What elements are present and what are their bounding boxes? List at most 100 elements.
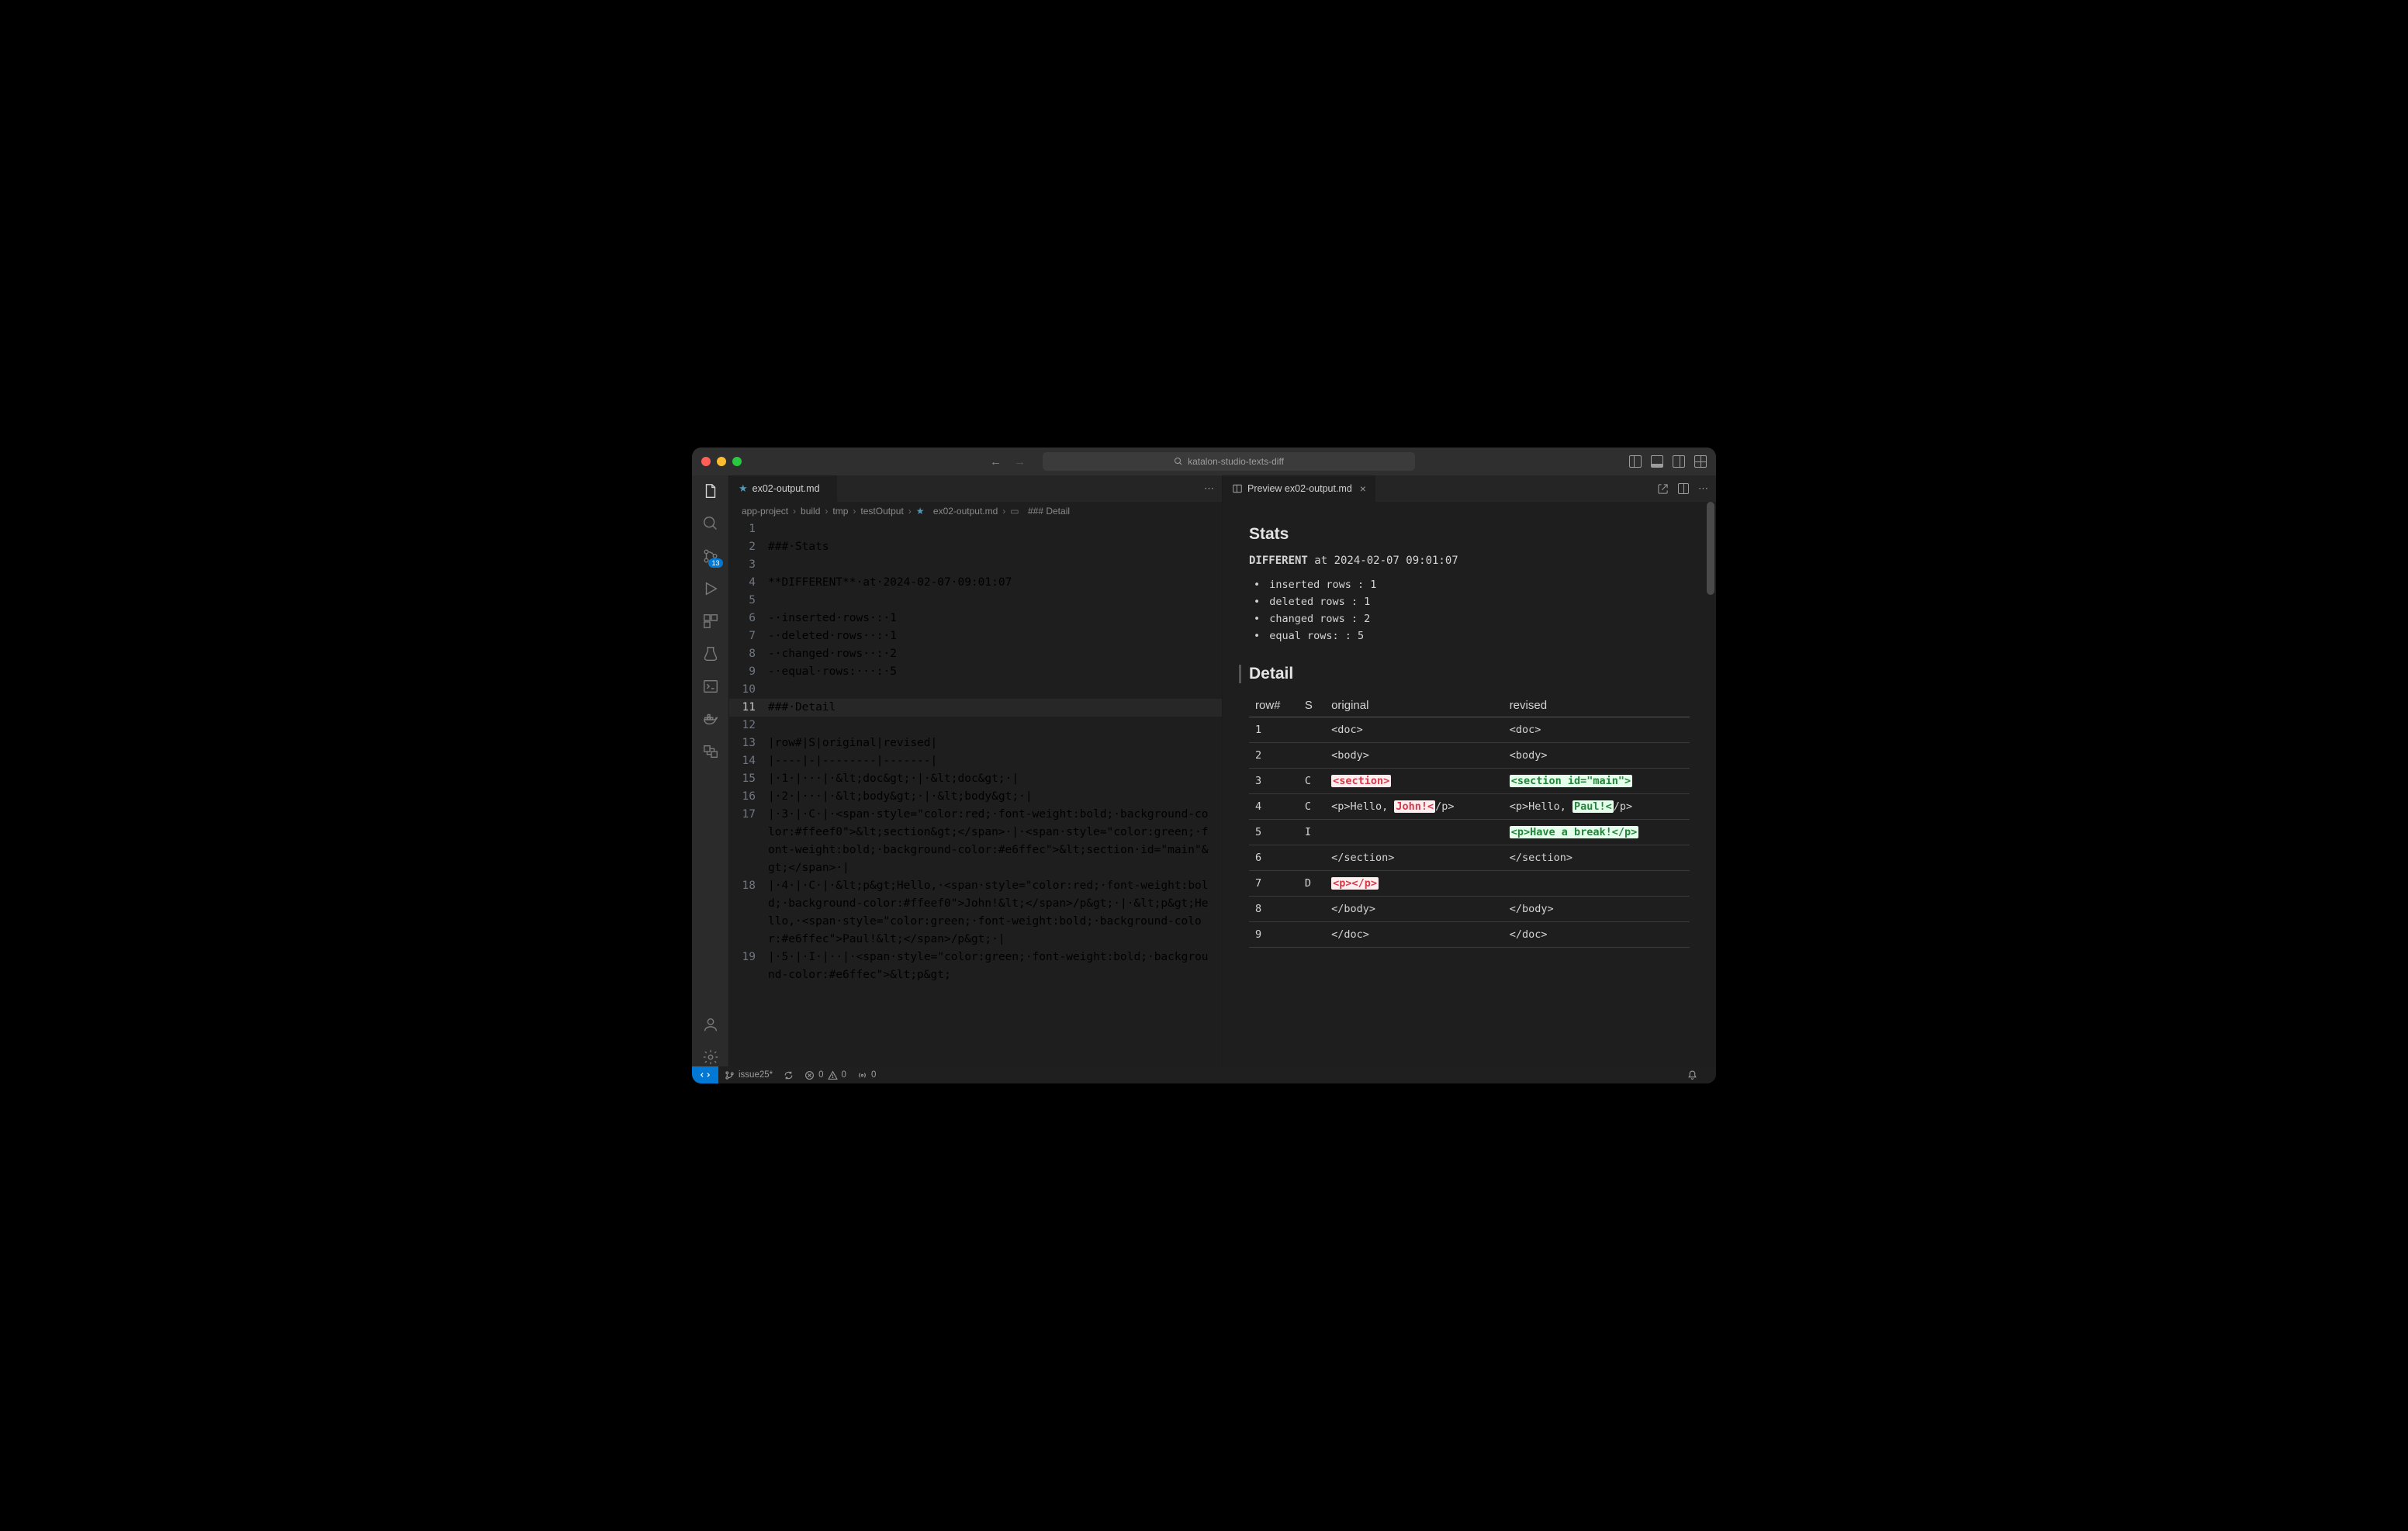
search-icon [1174,457,1183,466]
account-icon[interactable] [701,1015,720,1034]
problems[interactable]: 0 0 [804,1070,846,1080]
stats-heading: Stats [1249,525,1690,544]
code-line[interactable]: 5 [729,592,1222,610]
notifications-icon[interactable] [1687,1070,1697,1080]
breadcrumb-seg[interactable]: ★ ex02-output.md [916,506,998,517]
table-row: 8</body></body> [1249,897,1690,922]
close-window-button[interactable] [701,457,711,466]
layout-right-icon[interactable] [1673,455,1685,468]
tab-source-file[interactable]: ★ ex02-output.md [729,475,838,502]
table-row: 4C<p>Hello, John!</p><p>Hello, Paul!</p> [1249,794,1690,820]
code-line[interactable]: 19|·5·|·I·|··|·<span·style="color:green;… [729,949,1222,984]
code-line[interactable]: 2###·Stats [729,538,1222,556]
testing-icon[interactable] [701,645,720,663]
tab-actions-source: ⋯ [1196,475,1222,502]
code-line[interactable]: 8-·changed·rows··:·2 [729,645,1222,663]
diff-table: row# S original revised 1<doc><doc>2<bod… [1249,694,1690,948]
minimize-window-button[interactable] [717,457,726,466]
app-window: ← → katalon-studio-texts-diff 13 [692,448,1716,1083]
tab-bar-source: ★ ex02-output.md ⋯ [729,475,1222,502]
table-row: 7D<p></p> [1249,871,1690,897]
nav-forward-icon[interactable]: → [1014,455,1026,468]
table-row: 1<doc><doc> [1249,717,1690,743]
tab-label: ex02-output.md [752,483,820,494]
radio-icon [857,1070,867,1080]
split-editor-icon[interactable] [1678,483,1689,494]
editor-group: ★ ex02-output.md ⋯ app-project› build› t… [729,475,1716,1066]
th-original: original [1325,694,1503,717]
code-line[interactable]: 9-·equal·rows:···:·5 [729,663,1222,681]
detail-heading: Detail [1239,665,1690,683]
stats-item: inserted rows : 1 [1265,576,1690,593]
nav-back-icon[interactable]: ← [990,455,1002,468]
more-icon[interactable]: ⋯ [1698,482,1708,495]
code-line[interactable]: 18|·4·|·C·|·&lt;p&gt;Hello,·<span·style=… [729,877,1222,949]
branch-icon [725,1070,735,1080]
code-line[interactable]: 16|·2·|···|·&lt;body&gt;·|·&lt;body&gt;·… [729,788,1222,806]
layout-grid-icon[interactable] [1694,455,1707,468]
code-line[interactable]: 10 [729,681,1222,699]
terminal-icon[interactable] [701,677,720,696]
markdown-preview[interactable]: Stats DIFFERENT at 2024-02-07 09:01:07 i… [1223,502,1716,1066]
code-line[interactable]: 15|·1·|···|·&lt;doc&gt;·|·&lt;doc&gt;·| [729,770,1222,788]
scrollbar[interactable] [1707,502,1714,595]
code-line[interactable]: 3 [729,556,1222,574]
preview-icon [1232,483,1243,494]
scm-icon[interactable]: 13 [701,547,720,565]
remote-explorer-icon[interactable] [701,742,720,761]
breadcrumb-seg[interactable]: app-project [742,506,788,517]
git-branch[interactable]: issue25* [725,1070,773,1080]
settings-gear-icon[interactable] [701,1048,720,1066]
sync-icon [784,1070,794,1080]
table-row: 6</section></section> [1249,845,1690,871]
titlebar: ← → katalon-studio-texts-diff [692,448,1716,475]
tab-bar-preview: Preview ex02-output.md × ⋯ [1223,475,1716,502]
titlebar-right [1629,455,1707,468]
extensions-icon[interactable] [701,612,720,631]
command-center[interactable]: katalon-studio-texts-diff [1043,452,1415,471]
code-line[interactable]: 6-·inserted·rows·:·1 [729,610,1222,627]
tab-preview[interactable]: Preview ex02-output.md × [1223,475,1376,502]
tab-label: Preview ex02-output.md [1247,483,1352,494]
code-line[interactable]: 12 [729,717,1222,734]
th-row: row# [1249,694,1299,717]
breadcrumb-seg[interactable]: testOutput [860,506,903,517]
stats-item: deleted rows : 1 [1265,593,1690,610]
code-line[interactable]: 14|----|-|--------|-------| [729,752,1222,770]
ports[interactable]: 0 [857,1070,876,1080]
markdown-file-icon: ★ [739,482,748,495]
layout-left-icon[interactable] [1629,455,1642,468]
layout-bottom-icon[interactable] [1651,455,1663,468]
code-line[interactable]: 7-·deleted·rows··:·1 [729,627,1222,645]
table-row: 9</doc></doc> [1249,922,1690,948]
editor-pane-source: ★ ex02-output.md ⋯ app-project› build› t… [729,475,1223,1066]
breadcrumb-seg[interactable]: ▭ ### Detail [1010,506,1070,517]
window-controls [701,457,742,466]
sync-button[interactable] [784,1070,794,1080]
breadcrumb[interactable]: app-project› build› tmp› testOutput› ★ e… [729,502,1222,520]
close-icon[interactable]: × [1360,482,1366,495]
run-debug-icon[interactable] [701,579,720,598]
code-editor[interactable]: 12###·Stats34**DIFFERENT**·at·2024-02-07… [729,520,1222,1066]
status-line: DIFFERENT at 2024-02-07 09:01:07 [1249,555,1690,567]
maximize-window-button[interactable] [732,457,742,466]
explorer-icon[interactable] [701,482,720,500]
tab-actions-preview: ⋯ [1649,475,1716,502]
open-file-icon[interactable] [1657,483,1669,495]
table-row: 5I<p>Have a break!</p> [1249,820,1690,845]
status-bar: issue25* 0 0 0 [692,1066,1716,1083]
error-icon [804,1070,815,1080]
code-line[interactable]: 13|row#|S|original|revised| [729,734,1222,752]
breadcrumb-seg[interactable]: tmp [832,506,848,517]
code-line[interactable]: 1 [729,520,1222,538]
code-line[interactable]: 4**DIFFERENT**·at·2024-02-07·09:01:07 [729,574,1222,592]
main-area: 13 [692,475,1716,1066]
stats-list: inserted rows : 1deleted rows : 1changed… [1249,576,1690,645]
code-line[interactable]: 11###·Detail [729,699,1222,717]
code-line[interactable]: 17|·3·|·C·|·<span·style="color:red;·font… [729,806,1222,877]
remote-indicator[interactable] [692,1066,718,1083]
more-icon[interactable]: ⋯ [1204,482,1214,495]
search-icon[interactable] [701,514,720,533]
docker-icon[interactable] [701,710,720,728]
breadcrumb-seg[interactable]: build [801,506,820,517]
